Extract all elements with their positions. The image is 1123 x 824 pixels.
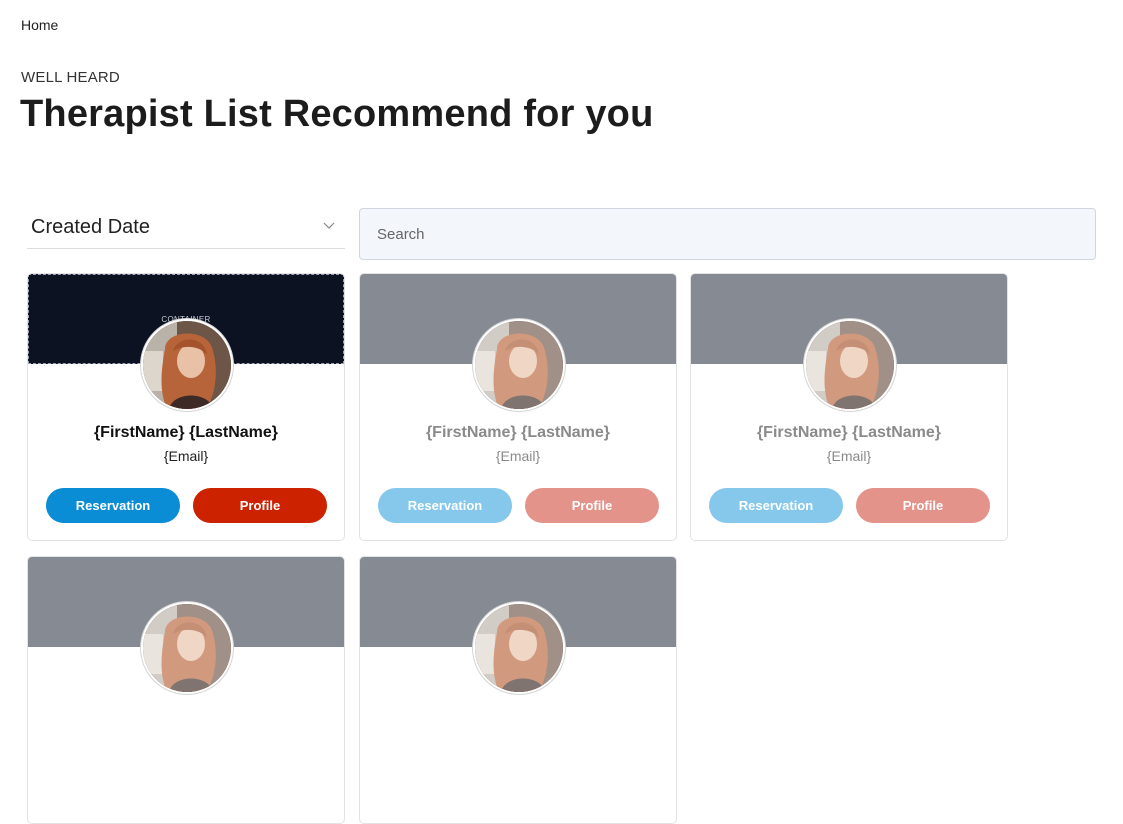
sort-select[interactable]: Created Date — [27, 207, 345, 249]
therapist-email: {Email} — [495, 448, 541, 464]
therapist-card[interactable]: {FirstName} {LastName} {Email} Reservati… — [359, 273, 677, 541]
therapist-name: {FirstName} {LastName} — [425, 424, 611, 441]
chevron-down-icon — [323, 222, 335, 229]
therapist-avatar — [473, 602, 565, 694]
reservation-button[interactable]: Reservation — [709, 488, 843, 523]
breadcrumb-home[interactable]: Home — [21, 17, 58, 33]
profile-button[interactable]: Profile — [193, 488, 327, 523]
profile-button[interactable]: Profile — [856, 488, 990, 523]
sort-select-value: Created Date — [31, 216, 150, 238]
page-title: Therapist List Recommend for you — [20, 93, 654, 135]
search-input[interactable] — [360, 209, 1095, 259]
therapist-card[interactable]: CONTAINER {FirstName} {LastName} {Email}… — [27, 273, 345, 541]
therapist-avatar — [141, 602, 233, 694]
therapist-avatar — [141, 319, 233, 411]
therapist-email: {Email} — [826, 448, 872, 464]
therapist-email: {Email} — [163, 448, 209, 464]
search-box[interactable] — [359, 208, 1096, 260]
therapist-name: {FirstName} {LastName} — [756, 424, 942, 441]
profile-button[interactable]: Profile — [525, 488, 659, 523]
breadcrumb[interactable]: Home — [21, 17, 58, 33]
page-eyebrow: WELL HEARD — [21, 69, 120, 86]
therapist-name: {FirstName} {LastName} — [93, 424, 279, 441]
therapist-avatar — [804, 319, 896, 411]
therapist-avatar — [473, 319, 565, 411]
therapist-card[interactable]: {FirstName} {LastName} {Email} Reservati… — [690, 273, 1008, 541]
reservation-button[interactable]: Reservation — [378, 488, 512, 523]
therapist-card[interactable] — [359, 556, 677, 824]
reservation-button[interactable]: Reservation — [46, 488, 180, 523]
therapist-card[interactable] — [27, 556, 345, 824]
